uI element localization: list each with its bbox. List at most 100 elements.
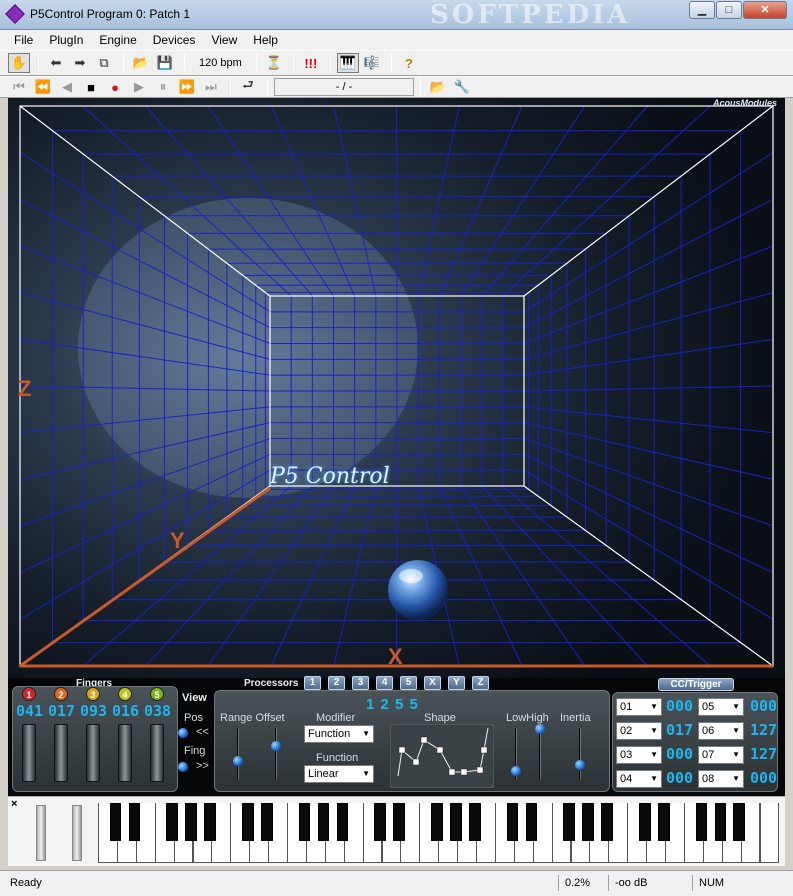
- processor-tab-y[interactable]: Y: [448, 676, 465, 690]
- black-key[interactable]: [582, 803, 594, 841]
- help-button[interactable]: ?: [398, 53, 420, 73]
- settings-tool-icon[interactable]: 🔧: [451, 77, 473, 97]
- forward-end-icon[interactable]: ⏭: [200, 77, 222, 97]
- inertia-slider-track[interactable]: [579, 728, 581, 780]
- processor-tab-5[interactable]: 5: [400, 676, 417, 690]
- cc-channel-select-right-0[interactable]: 05 ▼: [698, 698, 744, 716]
- black-key[interactable]: [525, 803, 538, 841]
- piano-keyboard[interactable]: [98, 797, 780, 867]
- open-folder-icon-2[interactable]: 📂: [427, 77, 449, 97]
- piano-close-button[interactable]: ×: [11, 798, 17, 810]
- rewind-start-icon[interactable]: ⏮: [8, 77, 30, 97]
- black-key[interactable]: [449, 803, 462, 841]
- black-key[interactable]: [431, 803, 443, 841]
- menu-engine[interactable]: Engine: [91, 33, 144, 47]
- processor-tab-4[interactable]: 4: [376, 676, 393, 690]
- fast-forward-icon[interactable]: ⏩: [176, 77, 198, 97]
- open-folder-icon[interactable]: 📂: [130, 53, 152, 73]
- pitch-bend-slider[interactable]: [36, 805, 46, 861]
- menu-help[interactable]: Help: [245, 33, 286, 47]
- modifier-select[interactable]: Function ▼: [304, 725, 374, 743]
- range-slider-knob[interactable]: [233, 756, 243, 766]
- cc-value-right-1: 127: [750, 721, 778, 739]
- cc-channel-select-left-1[interactable]: 02 ▼: [616, 722, 662, 740]
- maximize-button[interactable]: □: [716, 1, 742, 19]
- black-key[interactable]: [185, 803, 198, 841]
- processor-tab-z[interactable]: Z: [472, 676, 489, 690]
- close-button[interactable]: ✕: [743, 1, 787, 19]
- black-key[interactable]: [733, 803, 746, 841]
- step-back-icon[interactable]: ◀: [56, 77, 78, 97]
- menu-file[interactable]: File: [6, 33, 41, 47]
- stop-icon[interactable]: ■: [80, 77, 102, 97]
- white-key[interactable]: [759, 803, 780, 863]
- cc-channel-select-right-3[interactable]: 08 ▼: [698, 770, 744, 788]
- panic-button[interactable]: !!!: [300, 53, 322, 73]
- mod-wheel-slider[interactable]: [72, 805, 82, 861]
- cc-trigger-tab[interactable]: CC/Trigger: [658, 678, 734, 691]
- tempo-display[interactable]: 120 bpm: [191, 57, 250, 69]
- view-pos-radio[interactable]: [178, 728, 188, 738]
- minimize-button[interactable]: ▁: [689, 1, 715, 19]
- black-key[interactable]: [506, 803, 519, 841]
- copy-icon[interactable]: ⧉: [93, 53, 115, 73]
- view-pos-button[interactable]: <<: [196, 726, 209, 738]
- black-key[interactable]: [260, 803, 273, 841]
- low-slider-knob[interactable]: [511, 766, 521, 776]
- range-slider-track[interactable]: [237, 728, 239, 780]
- 3d-viewport[interactable]: AcousModules P5 Control Z Y X: [8, 98, 785, 678]
- black-key[interactable]: [374, 803, 387, 841]
- black-key[interactable]: [695, 803, 708, 841]
- metronome-icon[interactable]: ⏳: [263, 53, 285, 73]
- offset-slider-track[interactable]: [275, 728, 277, 780]
- view-fing-radio[interactable]: [178, 762, 188, 772]
- processor-tab-2[interactable]: 2: [328, 676, 345, 690]
- black-key[interactable]: [317, 803, 330, 841]
- black-key[interactable]: [109, 803, 122, 841]
- high-slider-track[interactable]: [539, 728, 541, 780]
- processor-tab-x[interactable]: X: [424, 676, 441, 690]
- black-key[interactable]: [563, 803, 576, 841]
- shape-editor[interactable]: [390, 724, 494, 788]
- offset-slider-knob[interactable]: [271, 741, 281, 751]
- cc-channel-select-right-1[interactable]: 06 ▼: [698, 722, 744, 740]
- high-slider-knob[interactable]: [535, 724, 545, 734]
- hand-glove-icon[interactable]: ✋: [8, 53, 30, 73]
- black-key[interactable]: [336, 803, 349, 841]
- play-icon[interactable]: ▶: [128, 77, 150, 97]
- cc-channel-select-left-0[interactable]: 01 ▼: [616, 698, 662, 716]
- keyboard-edit-icon[interactable]: 🎼: [361, 53, 383, 73]
- view-fing-button[interactable]: >>: [196, 760, 209, 772]
- black-key[interactable]: [166, 803, 179, 841]
- cc-channel-select-left-2[interactable]: 03 ▼: [616, 746, 662, 764]
- keyboard-icon[interactable]: 🎹: [336, 53, 359, 73]
- cc-channel-select-right-2[interactable]: 07 ▼: [698, 746, 744, 764]
- back-arrow-icon[interactable]: ⬅: [45, 53, 67, 73]
- black-key[interactable]: [638, 803, 651, 841]
- rewind-icon[interactable]: ⏪: [32, 77, 54, 97]
- black-key[interactable]: [601, 803, 613, 841]
- function-select[interactable]: Linear ▼: [304, 765, 374, 783]
- forward-arrow-icon[interactable]: ➡: [69, 53, 91, 73]
- menu-plugin[interactable]: PlugIn: [41, 33, 91, 47]
- pause-icon[interactable]: ⏸: [152, 77, 174, 97]
- menu-devices[interactable]: Devices: [145, 33, 204, 47]
- black-key[interactable]: [714, 803, 727, 841]
- black-key[interactable]: [393, 803, 405, 841]
- processor-tab-3[interactable]: 3: [352, 676, 369, 690]
- black-key[interactable]: [468, 803, 481, 841]
- processor-tab-1[interactable]: 1: [304, 676, 321, 690]
- loop-icon[interactable]: ⮐: [237, 77, 259, 97]
- menu-view[interactable]: View: [203, 33, 245, 47]
- black-key[interactable]: [298, 803, 311, 841]
- black-key[interactable]: [242, 803, 254, 841]
- record-icon[interactable]: ●: [104, 77, 126, 97]
- cc-channel-select-left-3[interactable]: 04 ▼: [616, 770, 662, 788]
- inertia-slider-knob[interactable]: [575, 760, 585, 770]
- chevron-down-icon: ▼: [732, 774, 740, 783]
- black-key[interactable]: [204, 803, 216, 841]
- save-icon[interactable]: 💾: [154, 53, 176, 73]
- cc-value-right-0: 000: [750, 697, 778, 715]
- black-key[interactable]: [128, 803, 141, 841]
- black-key[interactable]: [657, 803, 670, 841]
